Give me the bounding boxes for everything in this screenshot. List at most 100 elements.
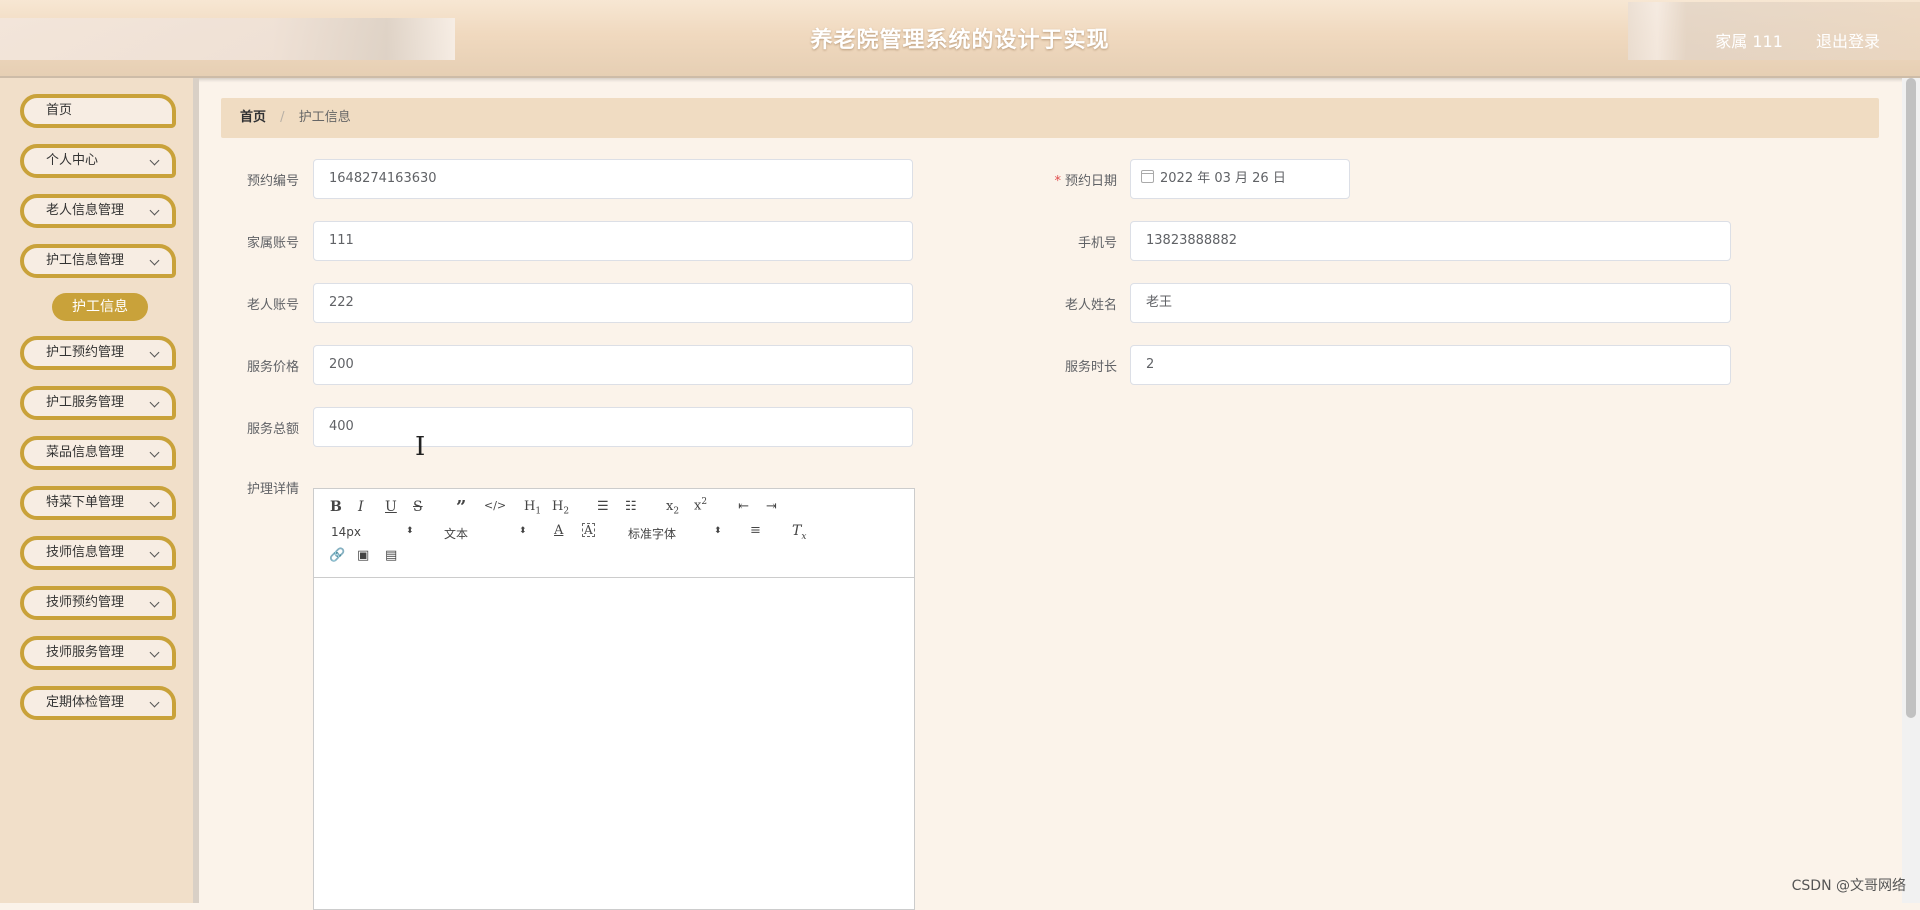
block-type-value: 文本	[444, 527, 469, 541]
app-header: 养老院管理系统的设计于实现 家属 111 退出登录	[0, 0, 1920, 78]
font-size-select[interactable]: 14px ⬍	[331, 525, 414, 539]
font-size-value: 14px	[331, 525, 361, 539]
text-cursor-icon: I	[415, 432, 426, 462]
breadcrumb-home[interactable]: 首页	[240, 110, 266, 125]
booking-no-field[interactable]: 1648274163630	[313, 159, 913, 199]
sidebar-item-label: 护工预约管理	[46, 345, 125, 360]
sidebar: 首页 个人中心 老人信息管理 护工信息管理 护工信息 护工预约管理 护工服务管理…	[0, 78, 199, 903]
family-account-field[interactable]: 111	[313, 221, 913, 261]
block-type-select[interactable]: 文本 ⬍	[444, 525, 527, 542]
chevron-down-icon	[149, 255, 160, 266]
chevron-down-icon	[149, 697, 160, 708]
booking-date-label-text: 预约日期	[1064, 174, 1117, 189]
sidebar-subitem-caregiver-info[interactable]: 护工信息	[52, 293, 148, 321]
sidebar-item-label: 特菜下单管理	[46, 495, 125, 510]
font-color-icon[interactable]: A	[554, 523, 563, 538]
link-icon[interactable]: 🔗	[329, 548, 345, 563]
page-scrollbar[interactable]	[1902, 78, 1920, 903]
sidebar-item-technician-info[interactable]: 技师信息管理	[20, 536, 176, 570]
align-icon[interactable]: ≡	[750, 523, 761, 538]
ordered-list-icon[interactable]: ☰	[597, 499, 609, 514]
outdent-icon[interactable]: ⇤	[738, 499, 749, 514]
subscript-icon[interactable]: x2	[666, 499, 679, 517]
sidebar-item-home[interactable]: 首页	[20, 94, 176, 128]
total-field[interactable]: 400	[313, 407, 913, 447]
chevron-down-icon	[149, 547, 160, 558]
chevron-down-icon	[149, 497, 160, 508]
booking-date-label: * 预约日期	[1017, 170, 1117, 189]
sidebar-item-caregiver-booking[interactable]: 护工预约管理	[20, 336, 176, 370]
chevron-down-icon	[149, 155, 160, 166]
total-label: 服务总额	[246, 422, 299, 437]
select-arrows-icon: ⬍	[406, 526, 414, 536]
sidebar-item-label: 技师信息管理	[46, 545, 125, 560]
font-family-value: 标准字体	[628, 527, 677, 541]
breadcrumb-separator: /	[280, 110, 285, 125]
chevron-down-icon	[149, 397, 160, 408]
current-user: 家属 111	[1715, 32, 1783, 51]
sidebar-item-label: 技师预约管理	[46, 595, 125, 610]
bold-icon[interactable]: B	[330, 499, 342, 515]
app-title: 养老院管理系统的设计于实现	[810, 28, 1110, 53]
logout-link[interactable]: 退出登录	[1816, 32, 1880, 51]
font-family-select[interactable]: 标准字体 ⬍	[628, 525, 722, 542]
required-mark: *	[1054, 174, 1061, 189]
underline-icon[interactable]: U	[385, 499, 397, 515]
sidebar-item-checkup[interactable]: 定期体检管理	[20, 686, 176, 720]
price-field[interactable]: 200	[313, 345, 913, 385]
calendar-icon	[1141, 170, 1154, 183]
user-area: 家属 111 退出登录	[1687, 28, 1880, 52]
breadcrumb: 首页 / 护工信息	[221, 98, 1879, 138]
image-icon[interactable]: ▣	[357, 548, 369, 563]
booking-date-picker[interactable]: 2022 年 03 月 26 日	[1130, 159, 1350, 199]
chevron-down-icon	[149, 647, 160, 658]
sidebar-item-label: 护工服务管理	[46, 395, 125, 410]
select-arrows-icon: ⬍	[519, 526, 527, 536]
chevron-down-icon	[149, 447, 160, 458]
video-icon[interactable]: ▤	[385, 548, 397, 563]
h1-icon[interactable]: H1	[524, 499, 541, 517]
sidebar-item-special-order[interactable]: 特菜下单管理	[20, 486, 176, 520]
scrollbar-thumb[interactable]	[1906, 78, 1916, 718]
phone-field[interactable]: 13823888882	[1130, 221, 1731, 261]
breadcrumb-current: 护工信息	[298, 110, 351, 125]
indent-icon[interactable]: ⇥	[766, 499, 777, 514]
select-arrows-icon: ⬍	[714, 526, 722, 536]
code-icon[interactable]: </>	[484, 499, 506, 512]
background-color-icon[interactable]: A	[582, 523, 595, 537]
details-label: 护理详情	[246, 482, 299, 497]
family-account-label: 家属账号	[246, 236, 299, 251]
strikethrough-icon[interactable]: S	[413, 499, 423, 515]
sidebar-item-technician-service[interactable]: 技师服务管理	[20, 636, 176, 670]
elder-account-field[interactable]: 222	[313, 283, 913, 323]
sidebar-item-caregiver-service[interactable]: 护工服务管理	[20, 386, 176, 420]
sidebar-item-technician-booking[interactable]: 技师预约管理	[20, 586, 176, 620]
sidebar-item-label: 定期体检管理	[46, 695, 125, 710]
sidebar-item-label: 老人信息管理	[46, 203, 125, 218]
editor-content-area[interactable]	[314, 578, 914, 908]
duration-label: 服务时长	[1064, 360, 1117, 375]
sidebar-item-caregiver-info[interactable]: 护工信息管理	[20, 244, 176, 278]
phone-label: 手机号	[1077, 236, 1117, 251]
italic-icon[interactable]: I	[358, 499, 364, 515]
editor-toolbar: B I U S ” </> H1 H2 ☰ ☷ x2 x2 ⇤ ⇥ 14px ⬍…	[314, 489, 914, 578]
clear-format-icon[interactable]: Tx	[792, 523, 806, 542]
h2-icon[interactable]: H2	[552, 499, 569, 517]
blockquote-icon[interactable]: ”	[456, 497, 466, 518]
booking-date-value: 2022 年 03 月 26 日	[1160, 171, 1286, 186]
chevron-down-icon	[149, 347, 160, 358]
main-content: 首页 / 护工信息 预约编号 1648274163630 * 预约日期 2022 …	[199, 78, 1920, 910]
superscript-icon[interactable]: x2	[694, 497, 707, 513]
sidebar-item-elder-info[interactable]: 老人信息管理	[20, 194, 176, 228]
sidebar-item-label: 个人中心	[46, 153, 99, 168]
sidebar-item-label: 技师服务管理	[46, 645, 125, 660]
rich-text-editor: B I U S ” </> H1 H2 ☰ ☷ x2 x2 ⇤ ⇥ 14px ⬍…	[313, 488, 915, 910]
sidebar-item-personal-center[interactable]: 个人中心	[20, 144, 176, 178]
duration-field[interactable]: 2	[1130, 345, 1731, 385]
sidebar-item-dish-info[interactable]: 菜品信息管理	[20, 436, 176, 470]
bullet-list-icon[interactable]: ☷	[625, 499, 637, 514]
price-label: 服务价格	[246, 360, 299, 375]
elder-name-label: 老人姓名	[1064, 298, 1117, 313]
elder-name-field[interactable]: 老王	[1130, 283, 1731, 323]
chevron-down-icon	[149, 597, 160, 608]
